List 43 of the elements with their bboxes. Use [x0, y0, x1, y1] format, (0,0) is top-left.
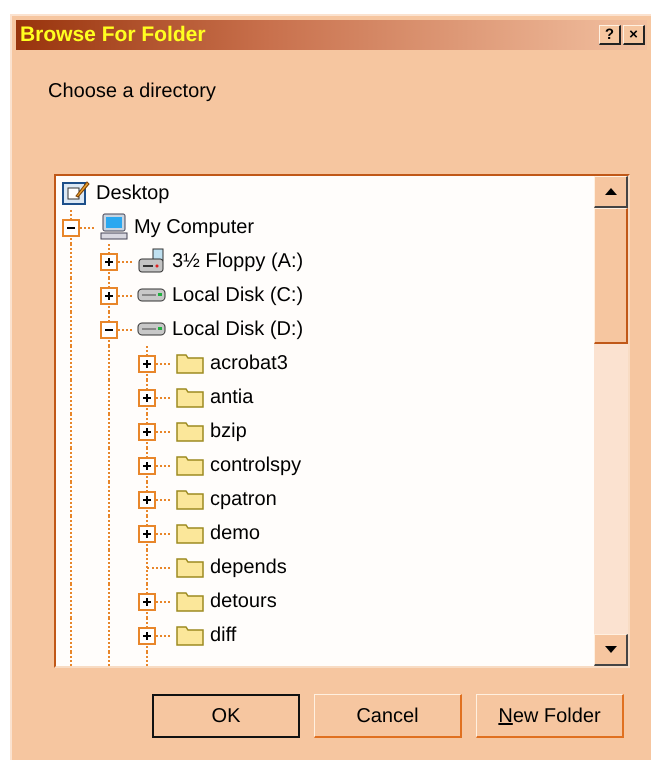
window-title: Browse For Folder [20, 22, 206, 48]
collapse-toggle[interactable] [62, 219, 80, 237]
tree-item-label[interactable]: 3½ Floppy (A:) [172, 246, 304, 276]
scroll-thumb[interactable] [594, 208, 628, 344]
tree-item-label[interactable]: Local Disk (C:) [172, 280, 304, 310]
tree-item-label[interactable]: acrobat3 [210, 348, 288, 378]
help-button[interactable]: ? [599, 25, 621, 45]
tree-item-label[interactable]: Desktop [96, 178, 170, 208]
down-arrow-icon [604, 646, 616, 653]
tree-item-label[interactable]: detours [210, 586, 277, 616]
expand-toggle[interactable] [138, 355, 156, 373]
tree-item-label[interactable]: diff [210, 620, 236, 650]
scrollbar[interactable] [594, 176, 628, 666]
expand-toggle[interactable] [138, 389, 156, 407]
scroll-up-button[interactable] [594, 176, 628, 208]
up-arrow-icon [604, 188, 616, 195]
expand-toggle[interactable] [100, 287, 118, 305]
tree-item-label[interactable]: Local Disk (D:) [172, 314, 304, 344]
expand-toggle[interactable] [138, 491, 156, 509]
tree-item-label[interactable]: cpatron [210, 484, 277, 514]
tree-item-label[interactable]: controlspy [210, 450, 302, 480]
computer-icon [99, 213, 129, 241]
dialog-button[interactable]: New Folder [476, 694, 624, 738]
disk-drive-icon [137, 321, 167, 337]
close-button[interactable]: × [623, 25, 645, 45]
tree-item-label[interactable]: bzip [210, 416, 247, 446]
collapse-toggle[interactable] [100, 321, 118, 339]
dialog-button[interactable]: OK [152, 694, 300, 738]
tree-item-label[interactable]: demo [210, 518, 260, 548]
expand-toggle[interactable] [100, 253, 118, 271]
tree-item-label[interactable]: depends [210, 552, 287, 582]
desktop-icon [62, 180, 90, 206]
expand-toggle[interactable] [138, 525, 156, 543]
disk-drive-icon [137, 287, 167, 303]
tree-item-label[interactable]: antia [210, 382, 254, 412]
tree-item-label[interactable]: My Computer [134, 212, 254, 242]
expand-toggle[interactable] [138, 627, 156, 645]
scroll-down-button[interactable] [594, 634, 628, 666]
dialog-button[interactable]: Cancel [314, 694, 462, 738]
prompt-text: Choose a directory [48, 80, 216, 102]
expand-toggle[interactable] [138, 457, 156, 475]
expand-toggle[interactable] [138, 593, 156, 611]
expand-toggle[interactable] [138, 423, 156, 441]
